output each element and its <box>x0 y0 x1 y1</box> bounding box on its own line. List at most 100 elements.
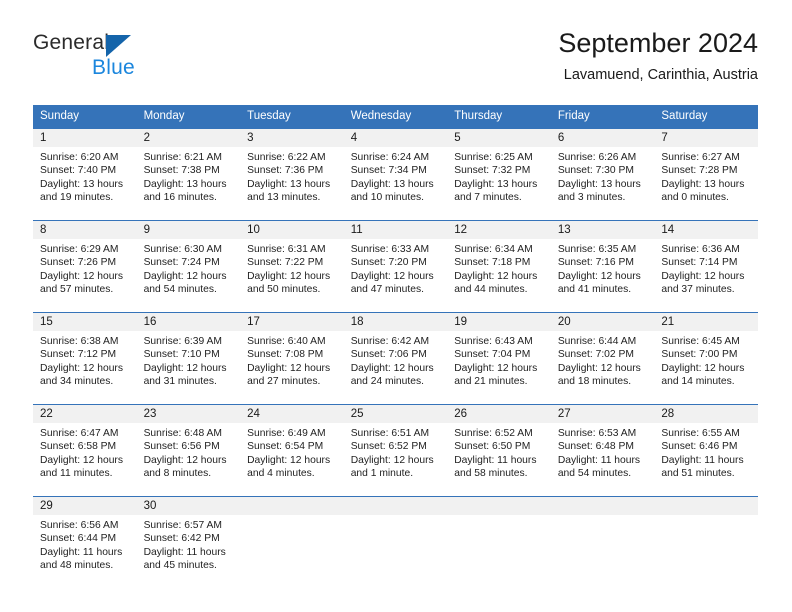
sunrise-text: Sunrise: 6:35 AM <box>557 244 637 255</box>
day-number: 19 <box>447 313 551 331</box>
sunset-text: Sunset: 7:02 PM <box>557 349 634 361</box>
day-details: Sunrise: 6:53 AM Sunset: 6:48 PM Dayligh… <box>551 423 655 480</box>
sunset-text: Sunset: 6:58 PM <box>40 441 117 453</box>
day-number: 28 <box>654 405 758 423</box>
day-details: Sunrise: 6:24 AM Sunset: 7:34 PM Dayligh… <box>344 147 448 204</box>
sunset-text: Sunset: 7:32 PM <box>454 165 531 177</box>
daylight-text-line1: Daylight: 12 hours <box>661 362 745 374</box>
day-cell[interactable]: 5 Sunrise: 6:25 AM Sunset: 7:32 PM Dayli… <box>447 129 551 220</box>
daylight-text-line2: and 27 minutes. <box>247 375 321 387</box>
day-cell[interactable]: 27 Sunrise: 6:53 AM Sunset: 6:48 PM Dayl… <box>550 405 655 496</box>
brand-name-general: General <box>33 31 110 54</box>
day-cell[interactable]: 3 Sunrise: 6:22 AM Sunset: 7:36 PM Dayli… <box>240 129 344 220</box>
day-number: 2 <box>136 129 241 147</box>
day-cell[interactable]: 21 Sunrise: 6:45 AM Sunset: 7:00 PM Dayl… <box>654 313 758 404</box>
day-details: Sunrise: 6:57 AM Sunset: 6:42 PM Dayligh… <box>137 515 241 572</box>
day-cell[interactable]: 23 Sunrise: 6:48 AM Sunset: 6:56 PM Dayl… <box>136 405 241 496</box>
sunset-text: Sunset: 7:18 PM <box>454 257 531 269</box>
day-details: Sunrise: 6:52 AM Sunset: 6:50 PM Dayligh… <box>447 423 551 480</box>
week-row: 29 Sunrise: 6:56 AM Sunset: 6:44 PM Dayl… <box>33 496 758 588</box>
weekday-header-row: Sunday Monday Tuesday Wednesday Thursday… <box>33 105 758 128</box>
week-row: 15 Sunrise: 6:38 AM Sunset: 7:12 PM Dayl… <box>33 312 758 404</box>
day-cell[interactable]: 25 Sunrise: 6:51 AM Sunset: 6:52 PM Dayl… <box>343 405 448 496</box>
sunrise-text: Sunrise: 6:40 AM <box>247 336 326 347</box>
day-cell[interactable]: 17 Sunrise: 6:40 AM Sunset: 7:08 PM Dayl… <box>240 313 344 404</box>
weekday-header-sunday: Sunday <box>40 110 80 122</box>
day-cell[interactable]: 9 Sunrise: 6:30 AM Sunset: 7:24 PM Dayli… <box>136 221 241 312</box>
day-number: 24 <box>240 405 344 423</box>
day-number <box>447 497 551 515</box>
weekday-header-friday: Friday <box>557 110 590 122</box>
daylight-text-line2: and 45 minutes. <box>143 559 217 571</box>
day-details: Sunrise: 6:47 AM Sunset: 6:58 PM Dayligh… <box>33 423 137 480</box>
day-cell[interactable]: 29 Sunrise: 6:56 AM Sunset: 6:44 PM Dayl… <box>33 497 137 588</box>
sunrise-text: Sunrise: 6:26 AM <box>557 152 637 163</box>
day-number: 13 <box>550 221 655 239</box>
day-cell-empty <box>343 497 448 588</box>
sunrise-text: Sunrise: 6:29 AM <box>40 244 119 255</box>
day-cell[interactable]: 10 Sunrise: 6:31 AM Sunset: 7:22 PM Dayl… <box>240 221 344 312</box>
day-cell[interactable]: 24 Sunrise: 6:49 AM Sunset: 6:54 PM Dayl… <box>240 405 344 496</box>
day-cell[interactable]: 22 Sunrise: 6:47 AM Sunset: 6:58 PM Dayl… <box>33 405 137 496</box>
sunset-text: Sunset: 7:30 PM <box>557 165 634 177</box>
daylight-text-line2: and 51 minutes. <box>661 467 735 479</box>
day-details: Sunrise: 6:51 AM Sunset: 6:52 PM Dayligh… <box>344 423 448 480</box>
day-cell[interactable]: 7 Sunrise: 6:27 AM Sunset: 7:28 PM Dayli… <box>654 129 758 220</box>
daylight-text-line2: and 7 minutes. <box>454 191 522 203</box>
day-cell[interactable]: 16 Sunrise: 6:39 AM Sunset: 7:10 PM Dayl… <box>136 313 241 404</box>
day-number <box>654 497 758 515</box>
day-cell[interactable]: 28 Sunrise: 6:55 AM Sunset: 6:46 PM Dayl… <box>654 405 758 496</box>
week-row: 8 Sunrise: 6:29 AM Sunset: 7:26 PM Dayli… <box>33 220 758 312</box>
sunset-text: Sunset: 7:36 PM <box>247 165 324 177</box>
day-cell[interactable]: 26 Sunrise: 6:52 AM Sunset: 6:50 PM Dayl… <box>447 405 551 496</box>
brand-name-blue: Blue <box>92 56 135 79</box>
day-cell[interactable]: 12 Sunrise: 6:34 AM Sunset: 7:18 PM Dayl… <box>447 221 551 312</box>
day-cell[interactable]: 20 Sunrise: 6:44 AM Sunset: 7:02 PM Dayl… <box>550 313 655 404</box>
sunrise-text: Sunrise: 6:53 AM <box>557 428 637 439</box>
day-cell[interactable]: 19 Sunrise: 6:43 AM Sunset: 7:04 PM Dayl… <box>447 313 551 404</box>
day-cell[interactable]: 11 Sunrise: 6:33 AM Sunset: 7:20 PM Dayl… <box>343 221 448 312</box>
day-details: Sunrise: 6:20 AM Sunset: 7:40 PM Dayligh… <box>33 147 137 204</box>
sunset-text: Sunset: 7:12 PM <box>40 349 117 361</box>
day-cell[interactable]: 15 Sunrise: 6:38 AM Sunset: 7:12 PM Dayl… <box>33 313 137 404</box>
sunset-text: Sunset: 7:34 PM <box>350 165 427 177</box>
daylight-text-line1: Daylight: 12 hours <box>247 270 331 282</box>
sunrise-text: Sunrise: 6:56 AM <box>40 520 119 531</box>
calendar-page: General Blue September 2024 Lavamuend, C… <box>0 0 792 612</box>
day-number: 27 <box>550 405 655 423</box>
daylight-text-line2: and 48 minutes. <box>40 559 114 571</box>
sunset-text: Sunset: 6:42 PM <box>143 533 220 545</box>
sunset-text: Sunset: 7:24 PM <box>143 257 220 269</box>
brand-logo[interactable]: General Blue <box>33 31 213 83</box>
day-cell[interactable]: 18 Sunrise: 6:42 AM Sunset: 7:06 PM Dayl… <box>343 313 448 404</box>
daylight-text-line2: and 57 minutes. <box>40 283 114 295</box>
day-cell[interactable]: 14 Sunrise: 6:36 AM Sunset: 7:14 PM Dayl… <box>654 221 758 312</box>
day-details: Sunrise: 6:36 AM Sunset: 7:14 PM Dayligh… <box>654 239 758 296</box>
daylight-text-line2: and 11 minutes. <box>40 467 113 479</box>
day-number: 12 <box>447 221 551 239</box>
day-cell[interactable]: 2 Sunrise: 6:21 AM Sunset: 7:38 PM Dayli… <box>136 129 241 220</box>
day-number: 16 <box>136 313 241 331</box>
day-cell[interactable]: 1 Sunrise: 6:20 AM Sunset: 7:40 PM Dayli… <box>33 129 137 220</box>
sunset-text: Sunset: 7:20 PM <box>350 257 427 269</box>
daylight-text-line2: and 16 minutes. <box>143 191 217 203</box>
day-cell[interactable]: 6 Sunrise: 6:26 AM Sunset: 7:30 PM Dayli… <box>550 129 655 220</box>
sunset-text: Sunset: 6:54 PM <box>247 441 324 453</box>
daylight-text-line1: Daylight: 13 hours <box>661 178 745 190</box>
day-cell[interactable]: 4 Sunrise: 6:24 AM Sunset: 7:34 PM Dayli… <box>343 129 448 220</box>
daylight-text-line1: Daylight: 12 hours <box>143 362 227 374</box>
day-cell[interactable]: 13 Sunrise: 6:35 AM Sunset: 7:16 PM Dayl… <box>550 221 655 312</box>
sunset-text: Sunset: 6:50 PM <box>454 441 531 453</box>
daylight-text-line1: Daylight: 13 hours <box>40 178 123 190</box>
daylight-text-line2: and 44 minutes. <box>454 283 528 295</box>
day-details: Sunrise: 6:31 AM Sunset: 7:22 PM Dayligh… <box>240 239 344 296</box>
daylight-text-line1: Daylight: 12 hours <box>40 454 123 466</box>
daylight-text-line2: and 10 minutes. <box>350 191 424 203</box>
day-cell[interactable]: 8 Sunrise: 6:29 AM Sunset: 7:26 PM Dayli… <box>33 221 137 312</box>
sunrise-text: Sunrise: 6:48 AM <box>143 428 222 439</box>
daylight-text-line2: and 21 minutes. <box>454 375 528 387</box>
week-row: 22 Sunrise: 6:47 AM Sunset: 6:58 PM Dayl… <box>33 404 758 496</box>
day-number: 9 <box>136 221 241 239</box>
day-cell[interactable]: 30 Sunrise: 6:57 AM Sunset: 6:42 PM Dayl… <box>136 497 241 588</box>
daylight-text-line1: Daylight: 11 hours <box>661 454 744 466</box>
